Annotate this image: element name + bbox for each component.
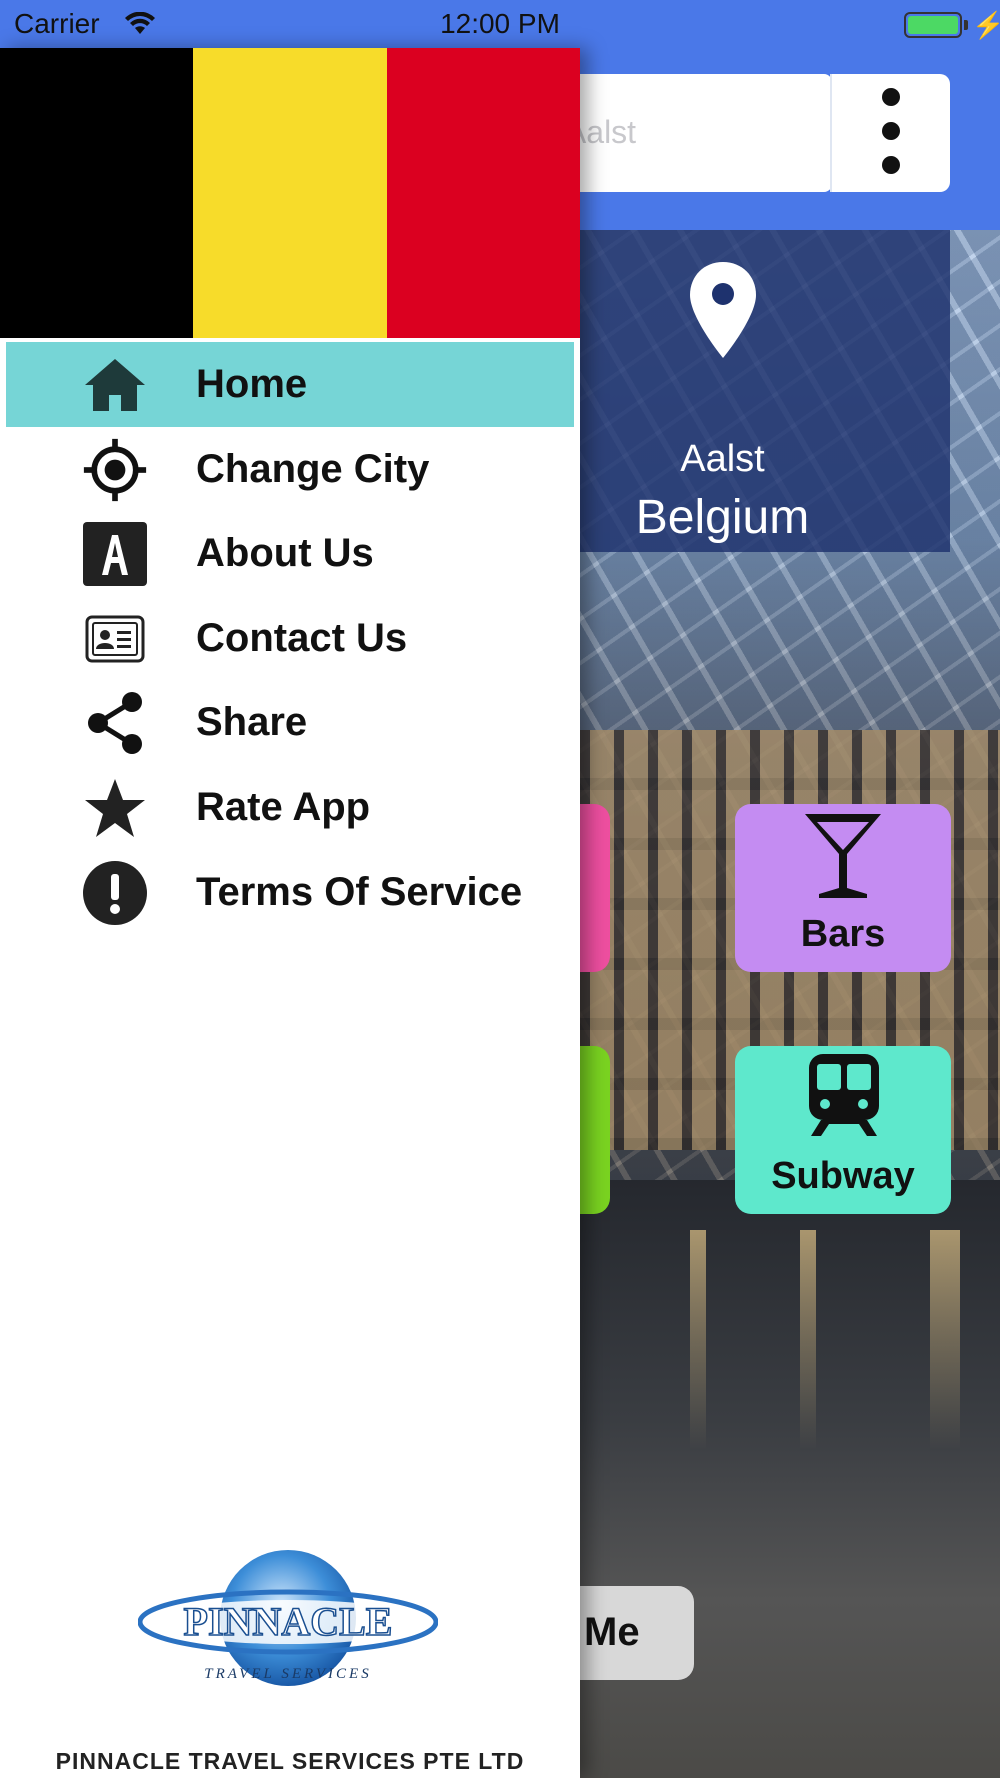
svg-text:TRAVEL SERVICES: TRAVEL SERVICES [204,1666,371,1682]
side-drawer: Home Change City About Us Contact Us Sha… [0,48,580,1778]
menu-item-label: Rate App [196,784,371,829]
menu-item-label: Home [196,362,308,406]
menu-item-label: About Us [196,531,374,576]
bars-label: Bars [800,913,886,955]
menu-item-home[interactable]: Home [6,342,574,427]
menu-item-about-us[interactable]: About Us [0,511,580,596]
contact-card-icon [82,606,148,672]
letter-a-icon [82,521,148,587]
exclamation-icon [82,860,148,926]
menu-item-contact-us[interactable]: Contact Us [0,596,580,681]
menu-item-share[interactable]: Share [0,680,580,765]
more-dot-icon [882,156,900,174]
menu-item-label: Share [196,700,308,745]
menu-item-change-city[interactable]: Change City [0,427,580,512]
menu-item-label: Change City [196,446,430,491]
light-reflection [690,1230,706,1450]
flag-stripe-black [0,48,194,338]
status-bar: Carrier 12:00 PM ⚡ [0,0,1000,48]
share-icon [82,690,148,756]
belgium-flag [0,48,580,338]
cocktail-icon [805,814,881,898]
menu-item-label: Terms Of Service [196,869,523,914]
pinnacle-logo: PINNACLE TRAVEL SERVICES [138,1550,438,1686]
me-button-label: Me [584,1610,640,1654]
location-pin-icon [690,262,756,358]
home-icon [82,352,148,418]
status-time: 12:00 PM [440,8,560,39]
more-dot-icon [882,122,900,140]
star-icon [82,775,148,841]
bars-tile[interactable]: Bars [735,804,951,972]
flag-stripe-yellow [193,48,387,338]
menu-item-terms-of-service[interactable]: Terms Of Service [0,850,580,935]
subway-label: Subway [771,1155,915,1197]
light-reflection [800,1230,816,1450]
battery-tip [964,20,968,30]
menu-item-rate-app[interactable]: Rate App [0,765,580,850]
menu-item-label: Contact Us [196,615,408,660]
drawer-menu: Home Change City About Us Contact Us Sha… [0,342,580,934]
light-reflection [930,1230,960,1450]
subway-tile[interactable]: Subway [735,1046,951,1214]
target-icon [82,437,148,503]
flag-stripe-red [386,48,580,338]
company-name: PINNACLE TRAVEL SERVICES PTE LTD [55,1748,525,1774]
more-dot-icon [882,88,900,106]
charging-icon: ⚡ [972,10,1000,40]
me-button[interactable]: Me [560,1586,694,1680]
svg-text:PINNACLE: PINNACLE [184,1599,393,1644]
train-icon [809,1054,879,1136]
battery-icon [904,12,962,38]
more-options-button[interactable] [830,74,950,192]
